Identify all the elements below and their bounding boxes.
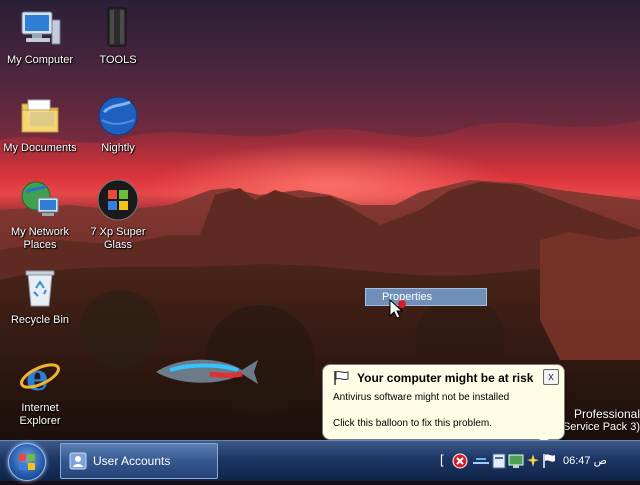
- security-alert-icon[interactable]: [452, 453, 468, 469]
- desktop-icon-my-network-places[interactable]: My Network Places: [0, 178, 80, 252]
- desktop-icon-internet-explorer[interactable]: e Internet Explorer: [0, 354, 80, 428]
- desktop-icon-label: My Documents: [3, 142, 77, 154]
- desktop-icon-label: 7 Xp Super Glass: [90, 226, 146, 251]
- system-tray: [: [436, 441, 640, 481]
- desktop-icon-label: Internet Explorer: [19, 402, 61, 427]
- taskbar-clock[interactable]: 06:47 ص: [563, 454, 607, 467]
- display-icon[interactable]: [508, 453, 524, 469]
- network-places-icon: [18, 178, 62, 222]
- internet-explorer-icon: e: [18, 354, 62, 399]
- desktop-icon-tools[interactable]: TOOLS: [78, 6, 158, 67]
- balloon-message: Antivirus software might not be installe…: [333, 392, 510, 403]
- windows-start-orb-icon: [19, 454, 35, 470]
- desktop-icon-nightly[interactable]: Nightly: [78, 94, 158, 155]
- edition-line-1: Professional: [573, 407, 640, 421]
- desktop-icon-label: My Network Places: [10, 226, 70, 251]
- network-icon[interactable]: [472, 455, 490, 467]
- mouse-cursor-icon: [389, 298, 406, 319]
- taskbar-button-label: User Accounts: [93, 454, 171, 468]
- wallpaper-fish: [156, 359, 258, 384]
- balloon-action-text[interactable]: Click this balloon to fix this problem.: [333, 418, 492, 429]
- computer-icon: [18, 6, 62, 50]
- svg-text:e: e: [26, 357, 49, 398]
- sparkle-icon[interactable]: [526, 453, 540, 469]
- desktop-icon-label: TOOLS: [99, 54, 137, 66]
- desktop-icon-recycle-bin[interactable]: Recycle Bin: [0, 266, 80, 327]
- taskbar: User Accounts [ 06:47 ص: [0, 440, 640, 481]
- windows-edition-text: Professional Service Pack 3): [560, 407, 640, 433]
- user-accounts-icon: [69, 452, 87, 470]
- windows-orb-icon: [96, 178, 140, 222]
- desktop-icon-my-computer[interactable]: My Computer: [0, 6, 80, 67]
- documents-folder-icon: [18, 94, 62, 138]
- tray-app-icon[interactable]: [492, 453, 506, 469]
- flag-icon: [334, 370, 349, 385]
- recycle-bin-icon: [18, 266, 62, 310]
- balloon-title: Your computer might be at risk: [357, 371, 534, 385]
- desktop-icon-label: My Computer: [6, 54, 74, 66]
- desktop-icon-my-documents[interactable]: My Documents: [0, 94, 80, 155]
- tools-folder-icon: [96, 6, 140, 50]
- security-balloon[interactable]: Your computer might be at risk x Antivir…: [322, 364, 565, 440]
- context-menu-properties[interactable]: Properties: [365, 288, 487, 306]
- desktop-icon-label: Nightly: [101, 142, 135, 154]
- nightly-globe-icon: [96, 94, 140, 138]
- start-button[interactable]: [8, 443, 46, 481]
- desktop-icon-label: Recycle Bin: [10, 314, 70, 326]
- tray-separator: [: [440, 452, 444, 467]
- flag-tray-icon[interactable]: [542, 453, 556, 469]
- taskbar-button-user-accounts[interactable]: User Accounts: [60, 443, 218, 479]
- desktop-icon-7-xp-super-glass[interactable]: 7 Xp Super Glass: [78, 178, 158, 252]
- balloon-close-button[interactable]: x: [543, 369, 559, 385]
- edition-line-2: Service Pack 3): [562, 421, 640, 433]
